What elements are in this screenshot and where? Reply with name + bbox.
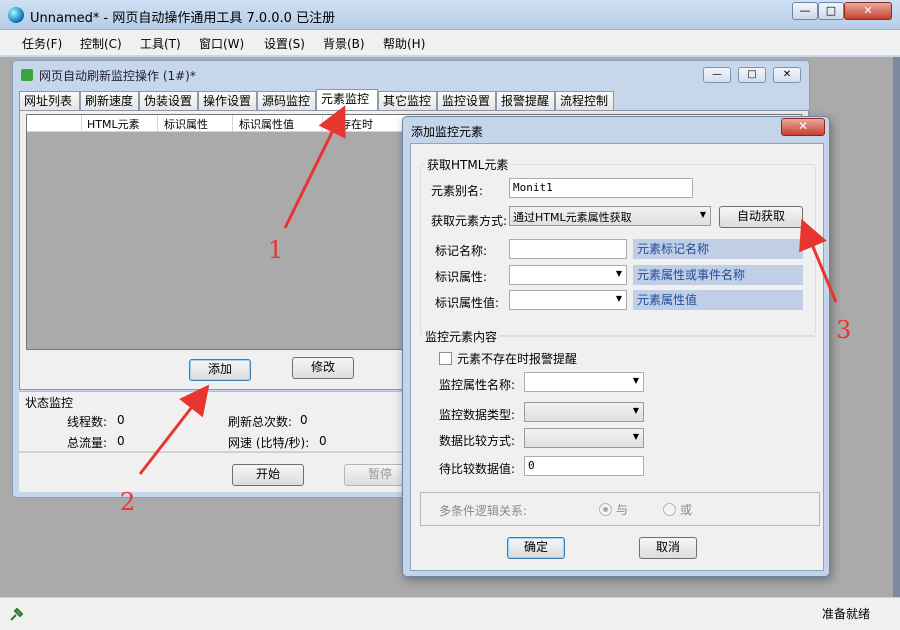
annotation-label-2: 2 bbox=[120, 488, 136, 516]
annotation-label-3: 3 bbox=[836, 316, 852, 344]
annotation-arrows bbox=[138, 105, 838, 475]
annotation-arrow-1 bbox=[283, 105, 346, 229]
annotation-arrow-3 bbox=[799, 218, 838, 303]
annotation-label-1: 1 bbox=[268, 236, 284, 264]
annotation-arrow-2 bbox=[138, 384, 210, 475]
